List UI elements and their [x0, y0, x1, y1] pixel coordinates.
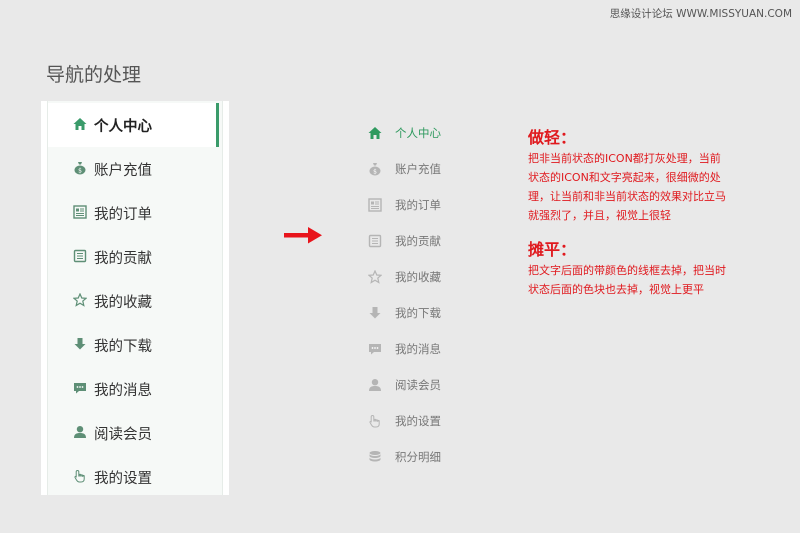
after-nav-item-label: 我的贡献	[395, 234, 441, 248]
hand-pointer-icon	[73, 469, 87, 483]
money-bag-icon: $	[368, 162, 382, 176]
note-light-body: 把非当前状态的ICON都打灰处理，当前 状态的ICON和文字亮起来，很细微的处 …	[528, 149, 790, 225]
star-icon	[368, 270, 382, 284]
note-line: 理，让当前和非当前状态的效果对比立马	[528, 190, 726, 203]
note-line: 把文字后面的带颜色的线框去掉，把当时	[528, 264, 726, 277]
after-nav-item-label: 我的设置	[395, 414, 441, 428]
before-nav-item-label: 账户充值	[94, 163, 152, 179]
before-nav-item-label: 我的消息	[94, 383, 152, 399]
star-icon	[73, 293, 87, 307]
svg-text:$: $	[78, 168, 82, 175]
user-icon	[368, 378, 382, 392]
download-icon	[368, 306, 382, 320]
coins-icon	[368, 450, 382, 464]
before-nav-item-label: 我的订单	[94, 207, 152, 223]
svg-text:$: $	[373, 169, 377, 176]
hand-pointer-icon	[368, 414, 382, 428]
before-nav-item-contributions[interactable]: 我的贡献	[48, 235, 224, 279]
before-nav-item-messages[interactable]: 我的消息	[48, 367, 224, 411]
before-nav-item-label: 我的收藏	[94, 295, 152, 311]
before-nav-item-label: 阅读会员	[94, 427, 152, 443]
download-icon	[73, 337, 87, 351]
note-flat-body: 把文字后面的带颜色的线框去掉，把当时 状态后面的色块也去掉，视觉上更平	[528, 261, 790, 299]
after-nav-item-downloads[interactable]: 我的下载	[366, 302, 486, 324]
message-icon	[368, 342, 382, 356]
before-nav-card: 个人中心 $ 账户充值 我的订单 我的贡献 我的收藏 我的下载 我的消息 阅读会	[41, 101, 229, 495]
page-title: 导航的处理	[46, 64, 142, 86]
after-nav-item-points-detail[interactable]: 积分明细	[366, 446, 486, 468]
user-icon	[73, 425, 87, 439]
home-icon	[368, 126, 382, 140]
before-nav-item-favorites[interactable]: 我的收藏	[48, 279, 224, 323]
note-line: 把非当前状态的ICON都打灰处理，当前	[528, 152, 721, 165]
note-line: 就强烈了，并且，视觉上很轻	[528, 209, 671, 222]
after-nav-item-settings[interactable]: 我的设置	[366, 410, 486, 432]
after-nav-item-label: 我的订单	[395, 198, 441, 212]
after-nav-item-label: 个人中心	[395, 126, 441, 140]
note-line: 状态的ICON和文字亮起来，很细微的处	[528, 171, 721, 184]
before-nav-menu: 个人中心 $ 账户充值 我的订单 我的贡献 我的收藏 我的下载 我的消息 阅读会	[47, 101, 223, 495]
home-icon	[73, 117, 87, 131]
before-nav-item-label: 我的贡献	[94, 251, 152, 267]
before-nav-item-orders[interactable]: 我的订单	[48, 191, 224, 235]
watermark: 思缘设计论坛 WWW.MISSYUAN.COM	[609, 8, 792, 20]
after-nav-item-messages[interactable]: 我的消息	[366, 338, 486, 360]
after-nav-item-label: 我的收藏	[395, 270, 441, 284]
before-nav-item-label: 个人中心	[94, 119, 152, 135]
after-nav-item-label: 账户充值	[395, 162, 441, 176]
after-nav-item-label: 我的消息	[395, 342, 441, 356]
after-nav-item-label: 我的下载	[395, 306, 441, 320]
note-light-title: 做轻：	[528, 128, 577, 147]
document-icon	[368, 234, 382, 248]
before-nav-item-label: 我的下载	[94, 339, 152, 355]
after-nav-item-recharge[interactable]: $ 账户充值	[366, 158, 486, 180]
after-nav-item-personal-center[interactable]: 个人中心	[366, 122, 486, 144]
before-nav-item-settings[interactable]: 我的设置	[48, 455, 224, 495]
order-list-icon	[368, 198, 382, 212]
after-nav-item-reading-member[interactable]: 阅读会员	[366, 374, 486, 396]
after-nav-item-orders[interactable]: 我的订单	[366, 194, 486, 216]
before-nav-item-reading-member[interactable]: 阅读会员	[48, 411, 224, 455]
note-line: 状态后面的色块也去掉，视觉上更平	[528, 283, 704, 296]
document-icon	[73, 249, 87, 263]
message-icon	[73, 381, 87, 395]
after-nav-item-contributions[interactable]: 我的贡献	[366, 230, 486, 252]
money-bag-icon: $	[73, 161, 87, 175]
note-flat-title: 摊平：	[528, 240, 577, 259]
before-nav-item-personal-center[interactable]: 个人中心	[48, 103, 219, 147]
before-nav-item-recharge[interactable]: $ 账户充值	[48, 147, 224, 191]
after-nav-item-label: 积分明细	[395, 450, 441, 464]
after-nav-item-favorites[interactable]: 我的收藏	[366, 266, 486, 288]
after-nav-item-label: 阅读会员	[395, 378, 441, 392]
arrow-right-icon	[284, 227, 322, 244]
before-nav-item-downloads[interactable]: 我的下载	[48, 323, 224, 367]
order-list-icon	[73, 205, 87, 219]
before-nav-item-label: 我的设置	[94, 471, 152, 487]
